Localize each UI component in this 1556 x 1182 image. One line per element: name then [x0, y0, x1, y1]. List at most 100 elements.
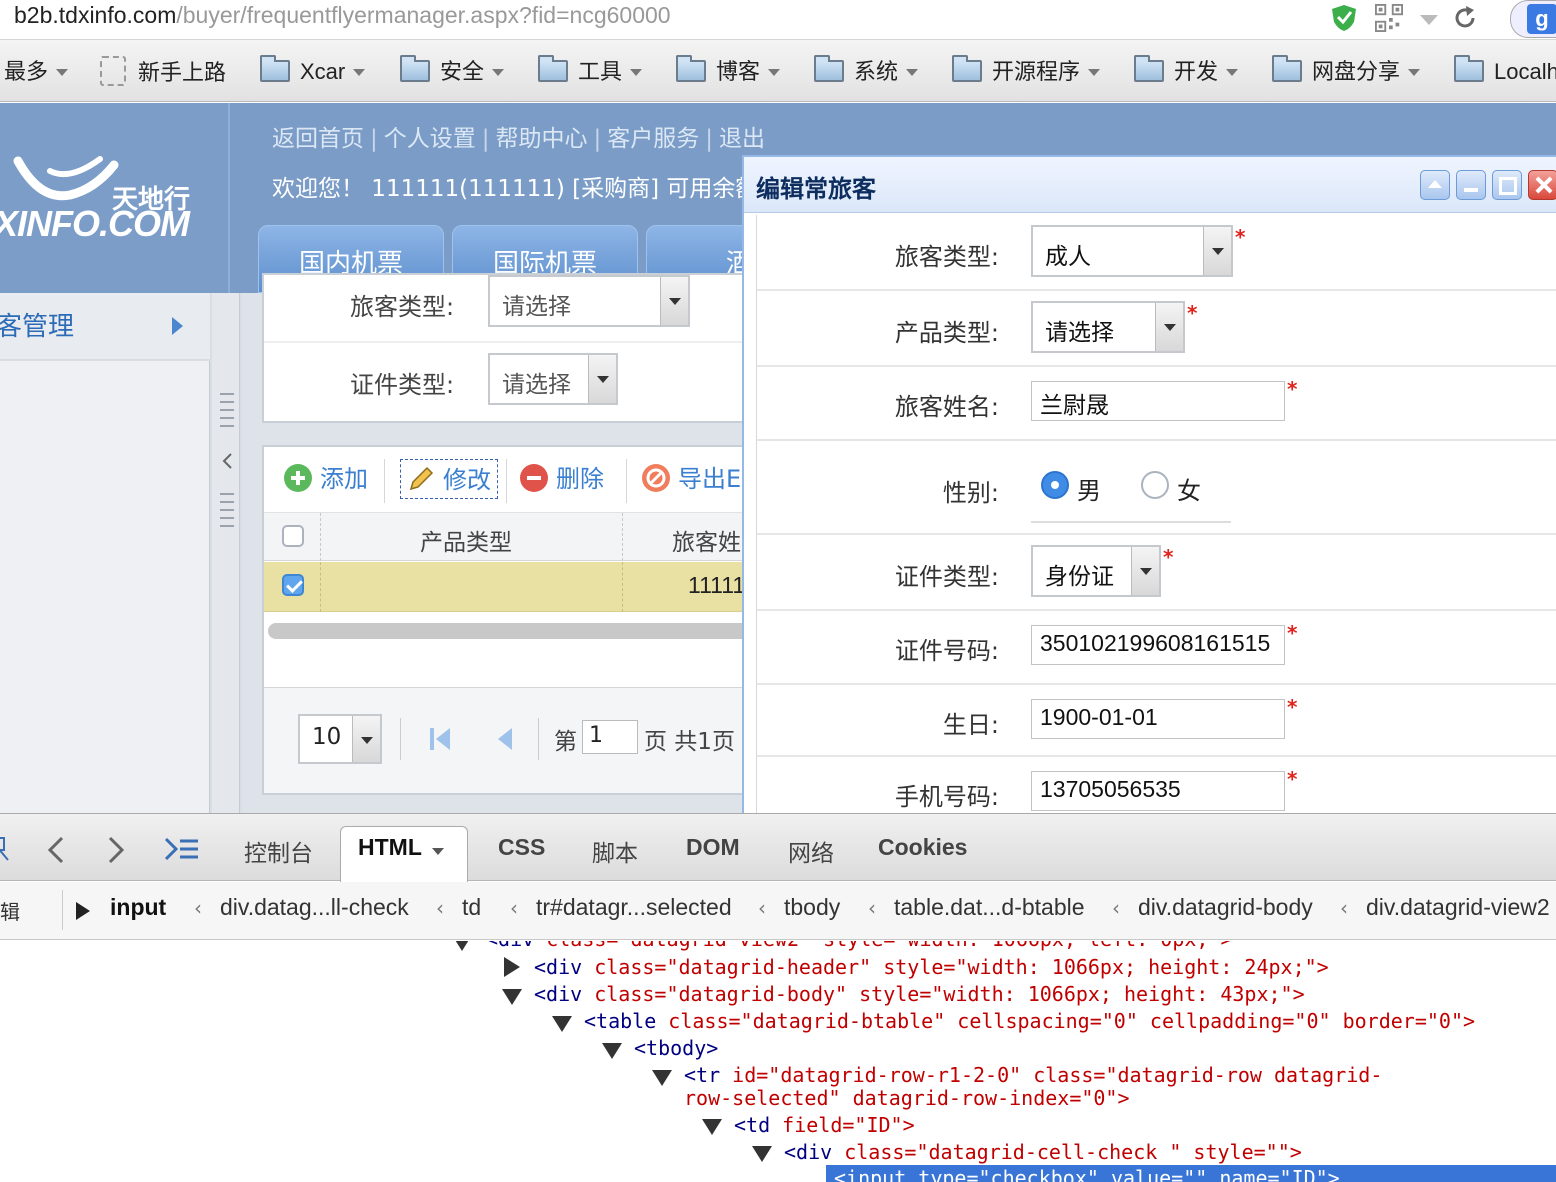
add-button[interactable]: 添加 [284, 459, 368, 499]
bookmark-folder-tools[interactable]: 工具 [538, 55, 643, 88]
back-arrow-icon[interactable] [46, 836, 66, 864]
tree-line[interactable]: <tr id="datagrid-row-r1-2-0" class="data… [684, 1063, 1382, 1087]
page-number-input[interactable]: 1 [582, 720, 638, 754]
tree-line-selected[interactable]: <input type="checkbox" value="" name="ID… [834, 1166, 1340, 1182]
breadcrumb-item[interactable]: tr#datagr...selected [536, 894, 732, 921]
tab-html[interactable]: HTML [358, 834, 422, 861]
address-bar[interactable]: b2b.tdxinfo.com/buyer/frequentflyermanag… [0, 0, 1556, 40]
edit-button[interactable]: 修改 [400, 459, 498, 499]
tree-line[interactable]: <div class="datagrid-header" style="widt… [534, 955, 1329, 979]
row-checkbox[interactable] [282, 574, 304, 596]
bookmark-folder-xcar[interactable]: Xcar [260, 55, 366, 88]
tree-line[interactable]: <tbody> [634, 1036, 718, 1060]
gender-male-label[interactable]: 男 [1077, 471, 1101, 506]
gender-female-label[interactable]: 女 [1177, 471, 1201, 506]
tab-console[interactable]: 控制台 [244, 834, 313, 868]
bookmark-most-visited[interactable]: 最多 [4, 56, 69, 88]
link-settings[interactable]: 个人设置 [384, 126, 476, 152]
breadcrumb-item[interactable]: div.datag...ll-check [220, 894, 409, 921]
url-text[interactable]: b2b.tdxinfo.com/buyer/frequentflyermanag… [14, 2, 671, 29]
forward-arrow-icon[interactable] [106, 836, 126, 864]
horizontal-scrollbar[interactable] [268, 623, 764, 639]
chevron-down-icon[interactable] [432, 848, 444, 855]
birthday-input[interactable]: 1900-01-01 [1031, 699, 1285, 739]
first-page-icon[interactable] [428, 726, 452, 752]
chevron-down-icon[interactable] [352, 716, 380, 762]
google-search-button[interactable]: g [1510, 0, 1556, 38]
id-number-input[interactable]: 350102199608161515 [1031, 625, 1285, 665]
breadcrumb-item[interactable]: div.datagrid-view2 [1366, 894, 1550, 921]
command-line-icon[interactable] [164, 836, 200, 862]
bookmark-folder-netdisk[interactable]: 网盘分享 [1272, 55, 1421, 88]
reload-icon[interactable] [1452, 4, 1478, 32]
bookmark-folder-dev[interactable]: 开发 [1134, 55, 1239, 88]
close-icon[interactable] [1528, 170, 1556, 200]
gender-male-radio[interactable] [1041, 471, 1069, 499]
bookmark-folder-opensource[interactable]: 开源程序 [952, 55, 1101, 88]
inspect-icon[interactable] [0, 836, 10, 862]
select-all-checkbox[interactable] [282, 525, 304, 547]
tree-line[interactable]: <table class="datagrid-btable" cellspaci… [584, 1009, 1475, 1033]
maximize-icon[interactable] [1492, 170, 1522, 200]
export-button[interactable]: 导出E [642, 459, 741, 499]
sidebar-splitter[interactable] [212, 293, 240, 813]
collapse-arrow-icon[interactable] [652, 1070, 672, 1086]
tree-line[interactable]: <td field="ID"> [734, 1113, 915, 1137]
collapse-arrow-icon[interactable] [222, 453, 232, 469]
previous-page-icon[interactable] [496, 726, 514, 752]
id-type-select[interactable]: 身份证 [1031, 545, 1161, 597]
sidebar-item-frequent-flyer[interactable]: 客管理 [0, 293, 210, 361]
collapse-arrow-icon[interactable] [552, 1016, 572, 1032]
link-logout[interactable]: 退出 [719, 126, 765, 152]
dropdown-arrow-icon[interactable] [1418, 4, 1440, 32]
minimize-icon[interactable] [1456, 170, 1486, 200]
link-home[interactable]: 返回首页 [272, 126, 364, 152]
column-header-product-type[interactable]: 产品类型 [420, 523, 512, 557]
collapse-arrow-icon[interactable] [702, 1119, 722, 1135]
id-type-filter-select[interactable]: 请选择 [488, 353, 618, 405]
bookmark-getting-started[interactable]: 新手上路 [100, 56, 226, 88]
bookmark-folder-localhost[interactable]: Localh [1454, 55, 1556, 88]
collapse-arrow-icon[interactable] [602, 1043, 622, 1059]
chevron-down-icon[interactable] [660, 277, 688, 325]
tree-line[interactable]: <div class="datagrid-cell-check " style=… [784, 1140, 1302, 1164]
tab-css[interactable]: CSS [498, 834, 545, 861]
tree-line[interactable]: row-selected" datagrid-row-index="0"> [684, 1086, 1130, 1110]
phone-input[interactable]: 13705056535 [1031, 771, 1285, 811]
breadcrumb-item[interactable]: td [462, 894, 481, 921]
collapse-arrow-icon[interactable] [752, 1146, 772, 1162]
link-help[interactable]: 帮助中心 [496, 126, 588, 152]
chevron-down-icon[interactable] [1131, 547, 1159, 595]
tree-line[interactable]: <div class="datagrid-body" style="width:… [534, 982, 1305, 1006]
tab-cookies[interactable]: Cookies [878, 834, 967, 861]
table-row[interactable]: 11111 [264, 562, 764, 612]
site-logo[interactable]: 天地行 XINFO.COM [0, 103, 228, 293]
tab-dom[interactable]: DOM [686, 834, 740, 861]
breadcrumb-item[interactable]: input [110, 894, 166, 921]
chevron-down-icon[interactable] [1203, 227, 1231, 275]
collapse-arrow-icon[interactable] [502, 989, 522, 1005]
chevron-down-icon[interactable] [588, 355, 616, 403]
breadcrumb-item[interactable]: div.datagrid-body [1138, 894, 1313, 921]
delete-button[interactable]: 删除 [520, 459, 604, 499]
tab-network[interactable]: 网络 [788, 834, 834, 868]
passenger-type-filter-select[interactable]: 请选择 [488, 275, 690, 327]
gender-female-radio[interactable] [1141, 471, 1169, 499]
product-type-select[interactable]: 请选择 [1031, 301, 1185, 353]
edit-button[interactable]: 编辑 [0, 896, 20, 925]
passenger-type-select[interactable]: 成人 [1031, 225, 1233, 277]
shield-icon[interactable] [1330, 4, 1358, 32]
column-header-passenger-name[interactable]: 旅客姓 [672, 523, 741, 557]
qr-code-icon[interactable] [1374, 4, 1404, 32]
breadcrumb-item[interactable]: tbody [784, 894, 840, 921]
page-size-select[interactable]: 10 [298, 714, 382, 764]
dialog-title-bar[interactable]: 编辑常旅客 [744, 157, 1556, 213]
bookmark-folder-blog[interactable]: 博客 [676, 55, 781, 88]
bookmark-folder-system[interactable]: 系统 [814, 55, 919, 88]
tab-script[interactable]: 脚本 [592, 834, 638, 868]
link-service[interactable]: 客户服务 [607, 126, 699, 152]
chevron-down-icon[interactable] [1155, 303, 1183, 351]
collapse-icon[interactable] [1420, 170, 1450, 200]
passenger-name-input[interactable]: 兰尉晟 [1031, 381, 1285, 421]
breadcrumb-item[interactable]: table.dat...d-btable [894, 894, 1085, 921]
